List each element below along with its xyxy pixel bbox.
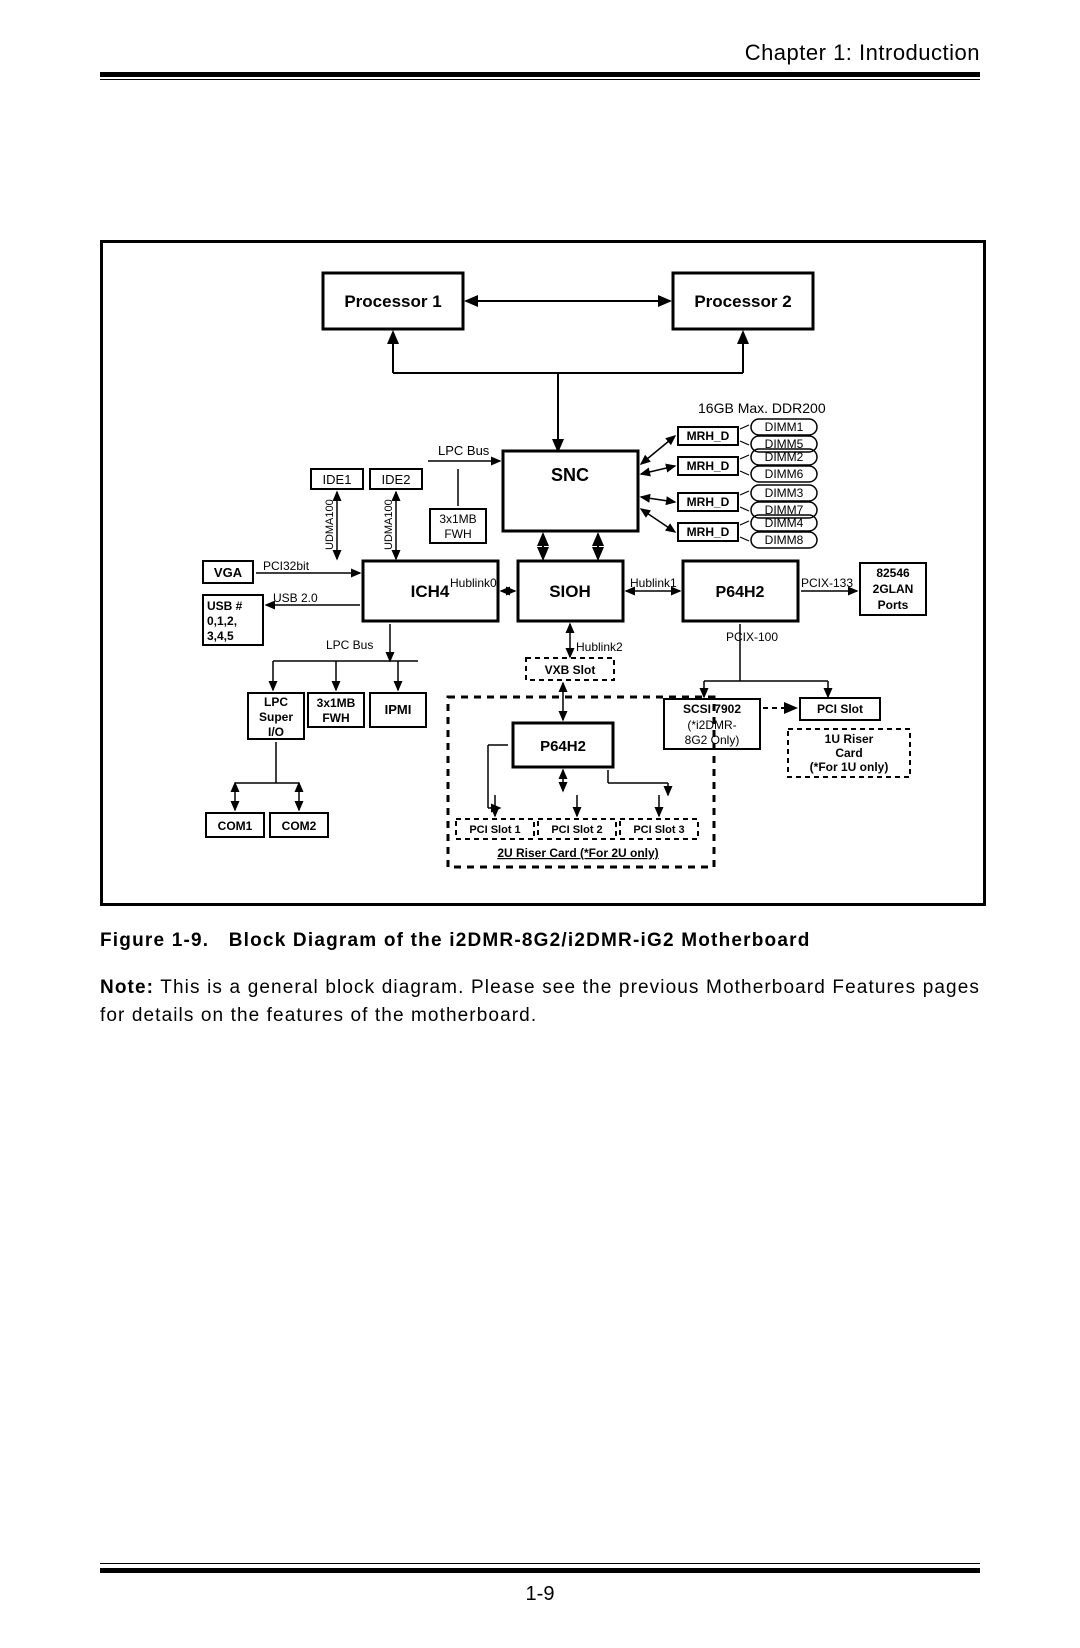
mrh-d-3-label: MRH_D [687,495,730,509]
dimm2-label: DIMM2 [765,450,804,464]
fwh-small-2: FWH [322,711,349,725]
hublink1-label: Hublink1 [630,576,677,590]
scsi-3: 8G2 Only) [685,733,740,747]
com2-label: COM2 [282,819,317,833]
vxb-slot-label: VXB Slot [545,663,596,677]
figure-caption: Figure 1-9. Block Diagram of the i2DMR-8… [100,930,980,952]
figure-note: Note: This is a general block diagram. P… [100,974,980,1029]
hublink2-label: Hublink2 [576,640,623,654]
glan2-label: 2GLAN [873,582,914,596]
pci32bit-label: PCI32bit [263,559,310,573]
com1-label: COM1 [218,819,253,833]
chapter-header: Chapter 1: Introduction [100,40,980,66]
udma100-a-label: UDMA100 [324,499,336,550]
page-number: 1-9 [100,1583,980,1606]
pci-slot-1-label: PCI Slot 1 [469,824,520,836]
usb-label-1: USB # [207,599,243,613]
scsi-1: SCSI 7902 [683,702,741,716]
riser-1u-3: (*For 1U only) [810,760,889,774]
lpc-bus-bottom-label: LPC Bus [326,638,373,652]
rule-thick [100,72,980,77]
ipmi-label: IPMI [385,702,412,717]
sioh-label: SIOH [549,582,591,601]
snc-label: SNC [551,465,589,485]
dimm4-label: DIMM4 [765,516,804,530]
processor-1-label: Processor 1 [344,292,441,311]
block-diagram: Processor 1 Processor 2 SNC LPC Bus IDE1… [100,240,986,906]
pcix133-label: PCIX-133 [801,576,853,590]
mrh-d-1-label: MRH_D [687,429,730,443]
scsi-2: (*i2DMR- [687,718,736,732]
riser-1u-1: 1U Riser [825,732,874,746]
p64h2-right-label: P64H2 [716,584,765,601]
ddr-label: 16GB Max. DDR200 [698,400,826,416]
lpc-super-2: Super [259,710,293,724]
lpc-super-3: I/O [268,725,284,739]
vga-label: VGA [214,565,243,580]
p64h2-bottom-label: P64H2 [540,738,586,755]
riser-1u-2: Card [835,746,862,760]
dimm1-label: DIMM1 [765,420,804,434]
lpc-bus-top-label: LPC Bus [438,443,490,458]
ide2-label: IDE2 [382,472,411,487]
pci-slot-2-label: PCI Slot 2 [551,824,602,836]
glan3-label: Ports [878,598,909,612]
mrh-d-2-label: MRH_D [687,459,730,473]
usb-label-3: 3,4,5 [207,629,234,643]
dimm6-label: DIMM6 [765,467,804,481]
riser-2u-label: 2U Riser Card (*For 2U only) [497,846,658,860]
dimm3-label: DIMM3 [765,486,804,500]
usb-label-2: 0,1,2, [207,614,237,628]
pci-slot-3-label: PCI Slot 3 [633,824,684,836]
fwh-small-1: 3x1MB [317,696,356,710]
usb20-label: USB 2.0 [273,591,318,605]
lpc-super-1: LPC [264,695,288,709]
dimm8-label: DIMM8 [765,533,804,547]
pcix100-label: PCIX-100 [726,630,778,644]
fwh-block-line2: FWH [444,527,471,541]
diagram-svg: Processor 1 Processor 2 SNC LPC Bus IDE1… [103,243,983,903]
processor-2-label: Processor 2 [694,292,791,311]
glan1-label: 82546 [876,566,910,580]
ich4-label: ICH4 [411,582,450,601]
mrh-d-4-label: MRH_D [687,525,730,539]
pci-slot-right-label: PCI Slot [817,702,863,716]
ide1-label: IDE1 [323,472,352,487]
page: Chapter 1: Introduction Processor 1 Proc… [0,0,1080,1648]
page-footer: 1-9 [100,1563,980,1606]
udma100-b-label: UDMA100 [383,499,395,550]
fwh-block-line1: 3x1MB [439,512,476,526]
hublink0-label: Hublink0 [450,576,497,590]
